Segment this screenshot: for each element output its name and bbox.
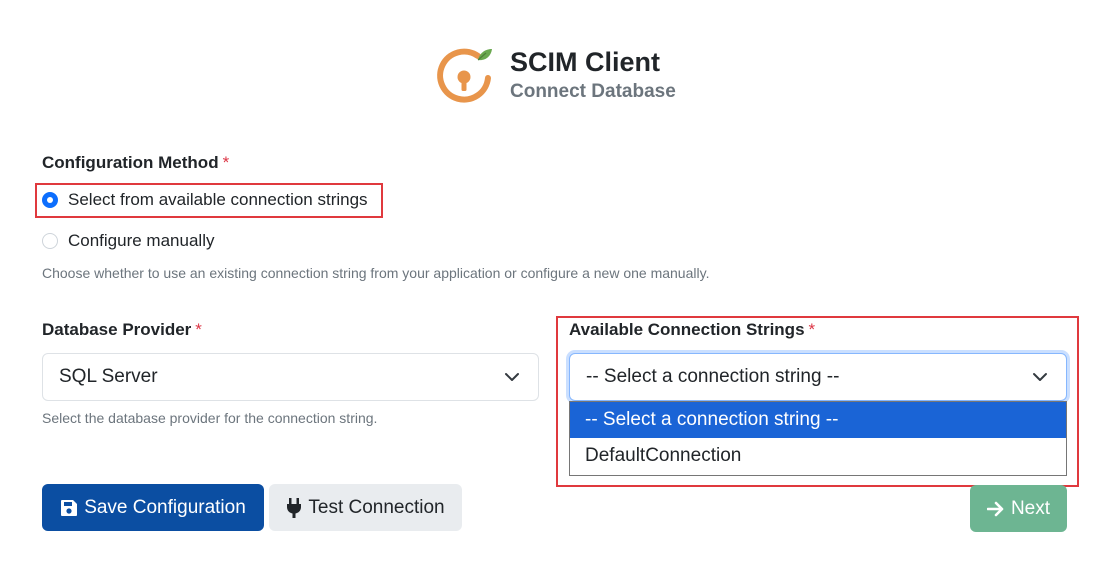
required-mark: *	[195, 320, 202, 339]
radio-label-select-from-available[interactable]: Select from available connection strings	[68, 190, 368, 210]
database-provider-label-text: Database Provider	[42, 320, 192, 339]
dropdown-option-placeholder[interactable]: -- Select a connection string --	[570, 402, 1066, 438]
connection-string-dropdown-list: -- Select a connection string -- Default…	[569, 401, 1067, 476]
app-header: SCIM Client Connect Database	[434, 44, 676, 106]
key-lock-logo-icon	[434, 44, 496, 106]
database-provider-select[interactable]: SQL Server	[42, 353, 539, 401]
test-connection-button[interactable]: Test Connection	[269, 484, 462, 531]
connection-strings-label: Available Connection Strings *	[569, 320, 815, 340]
chevron-down-icon[interactable]	[504, 370, 520, 384]
database-provider-value: SQL Server	[59, 366, 158, 387]
test-connection-label: Test Connection	[308, 496, 445, 518]
dropdown-option-default-connection[interactable]: DefaultConnection	[570, 438, 1066, 474]
save-configuration-label: Save Configuration	[84, 496, 246, 518]
app-title: SCIM Client	[510, 47, 661, 77]
configuration-method-label-text: Configuration Method	[42, 153, 219, 172]
database-provider-label: Database Provider *	[42, 320, 202, 340]
connection-string-value: -- Select a connection string --	[586, 366, 840, 387]
required-mark: *	[222, 153, 230, 172]
next-button[interactable]: Next	[970, 485, 1067, 532]
connection-strings-label-text: Available Connection Strings	[569, 320, 805, 339]
chevron-down-icon[interactable]	[1032, 370, 1048, 384]
arrow-right-icon	[986, 501, 1004, 516]
radio-label-configure-manually[interactable]: Configure manually	[68, 231, 214, 251]
next-label: Next	[1010, 497, 1051, 519]
radio-checked-icon[interactable]	[42, 192, 58, 208]
configuration-method-label: Configuration Method *	[42, 153, 229, 173]
radio-select-from-available[interactable]: Select from available connection strings	[42, 190, 368, 210]
floppy-disk-icon	[61, 499, 78, 516]
database-provider-help: Select the database provider for the con…	[42, 410, 378, 426]
radio-unchecked-icon[interactable]	[42, 233, 58, 249]
configuration-method-help: Choose whether to use an existing connec…	[42, 265, 710, 281]
connection-string-select[interactable]: -- Select a connection string --	[569, 353, 1067, 401]
radio-configure-manually[interactable]: Configure manually	[42, 231, 214, 251]
save-configuration-button[interactable]: Save Configuration	[42, 484, 264, 531]
plug-icon	[287, 497, 302, 518]
required-mark: *	[808, 320, 816, 339]
page-subtitle: Connect Database	[510, 81, 676, 102]
